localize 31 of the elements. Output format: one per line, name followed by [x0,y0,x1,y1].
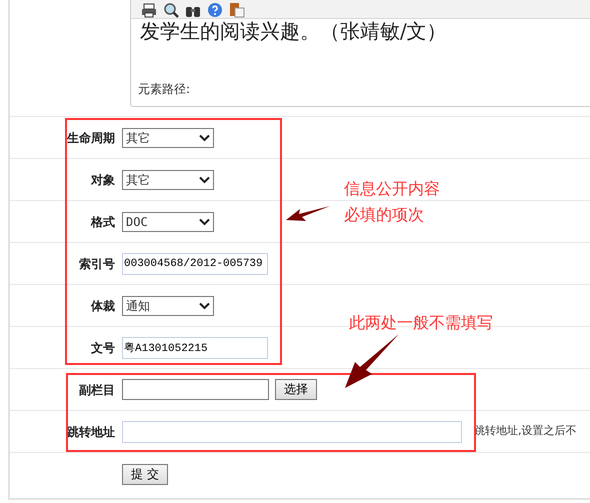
text-field[interactable] [122,379,269,400]
text-field[interactable]: 粤A1301052215 [122,336,268,358]
annotation-text: 此两处一般不需填写 [349,312,493,334]
url-field[interactable] [122,420,462,442]
select-field[interactable]: 通知 [122,296,214,316]
field-label: 生命周期 [66,130,116,146]
select-field[interactable]: 其它 [122,128,214,148]
field-label: 副栏目 [78,382,116,398]
field-label: 对象 [90,172,116,188]
arrow-icon [344,334,400,389]
field-label: 文号 [90,340,116,356]
arrow-icon [286,206,331,222]
field-label: 体裁 [90,298,116,314]
text-field[interactable]: 003004568/2012-005739 [122,252,268,274]
annotation-text: 信息公开内容 必填的项次 [344,178,440,226]
chevron-icon [199,134,210,142]
element-path-label: 元素路径: [137,81,192,98]
chevron-icon [199,218,210,226]
select-button[interactable]: 选择 [275,379,317,400]
select-field[interactable]: 其它 [122,170,214,190]
body-text: 发学生的阅读兴趣。（张靖敏/文） [139,19,448,43]
chevron-icon [199,302,210,310]
magnifier-icon[interactable] [163,2,179,18]
field-label: 格式 [90,214,116,230]
printer-icon[interactable] [141,2,157,18]
paste-icon[interactable] [229,2,245,18]
help-icon[interactable] [207,2,223,18]
field-label: 索引号 [78,256,116,272]
submit-button[interactable]: 提 交 [122,464,168,484]
select-field[interactable]: DOC [122,212,214,232]
chevron-icon [199,176,210,184]
